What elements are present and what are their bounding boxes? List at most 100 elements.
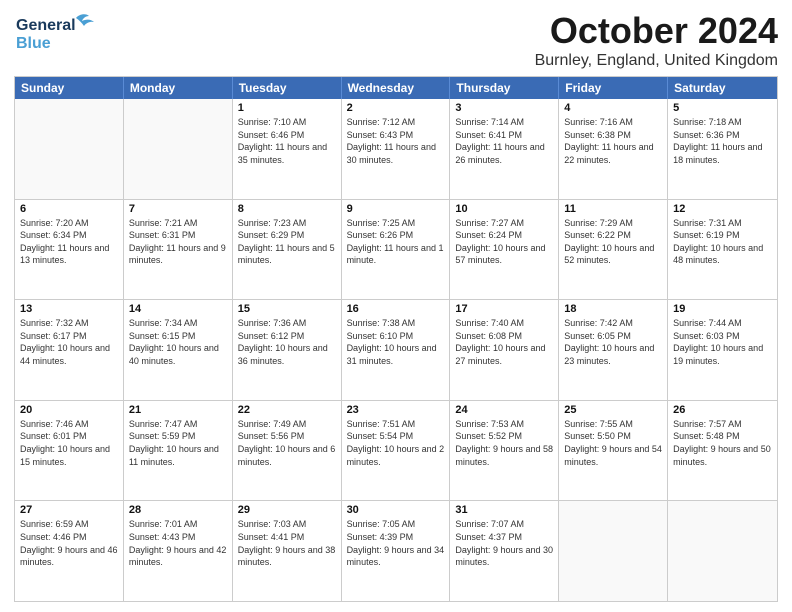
cal-cell-2-4: 17 Sunrise: 7:40 AM Sunset: 6:08 PM Dayli… [450, 300, 559, 400]
cal-cell-4-0: 27 Sunrise: 6:59 AM Sunset: 4:46 PM Dayli… [15, 501, 124, 601]
day-number: 20 [20, 404, 118, 416]
cell-info: Sunrise: 7:21 AM Sunset: 6:31 PM Dayligh… [129, 217, 227, 267]
cell-info: Sunrise: 7:31 AM Sunset: 6:19 PM Dayligh… [673, 217, 772, 267]
header-thursday: Thursday [450, 77, 559, 99]
cell-info: Sunrise: 7:55 AM Sunset: 5:50 PM Dayligh… [564, 418, 662, 468]
day-number: 17 [455, 303, 553, 315]
day-number: 15 [238, 303, 336, 315]
day-number: 19 [673, 303, 772, 315]
day-number: 18 [564, 303, 662, 315]
cal-cell-1-5: 11Sunrise: 7:29 AM Sunset: 6:22 PM Dayli… [559, 200, 668, 300]
day-number: 28 [129, 504, 227, 516]
cal-cell-3-2: 22Sunrise: 7:49 AM Sunset: 5:56 PM Dayli… [233, 401, 342, 501]
cell-info: Sunrise: 7:12 AM Sunset: 6:43 PM Dayligh… [347, 116, 445, 166]
cal-cell-4-1: 28 Sunrise: 7:01 AM Sunset: 4:43 PM Dayli… [124, 501, 233, 601]
cal-cell-1-1: 7 Sunrise: 7:21 AM Sunset: 6:31 PM Daylig… [124, 200, 233, 300]
cal-cell-0-5: 4 Sunrise: 7:16 AM Sunset: 6:38 PM Daylig… [559, 99, 668, 199]
cell-info: Sunrise: 7:25 AM Sunset: 6:26 PM Dayligh… [347, 217, 445, 267]
day-number: 25 [564, 404, 662, 416]
calendar-body: 1 Sunrise: 7:10 AM Sunset: 6:46 PM Daylig… [15, 99, 777, 601]
day-number: 21 [129, 404, 227, 416]
day-number: 1 [238, 102, 336, 114]
cell-info: Sunrise: 7:51 AM Sunset: 5:54 PM Dayligh… [347, 418, 445, 468]
cell-info: Sunrise: 7:42 AM Sunset: 6:05 PM Dayligh… [564, 317, 662, 367]
svg-text:General: General [16, 17, 76, 34]
cell-info: Sunrise: 7:47 AM Sunset: 5:59 PM Dayligh… [129, 418, 227, 468]
cell-info: Sunrise: 7:05 AM Sunset: 4:39 PM Dayligh… [347, 518, 445, 568]
cell-info: Sunrise: 7:32 AM Sunset: 6:17 PM Dayligh… [20, 317, 118, 367]
header-friday: Friday [559, 77, 668, 99]
cell-info: Sunrise: 7:57 AM Sunset: 5:48 PM Dayligh… [673, 418, 772, 468]
cal-cell-4-4: 31Sunrise: 7:07 AM Sunset: 4:37 PM Dayli… [450, 501, 559, 601]
header-wednesday: Wednesday [342, 77, 451, 99]
cal-cell-0-0 [15, 99, 124, 199]
day-number: 26 [673, 404, 772, 416]
logo: General Blue [14, 10, 104, 55]
cell-info: Sunrise: 7:10 AM Sunset: 6:46 PM Dayligh… [238, 116, 336, 166]
cell-info: Sunrise: 7:40 AM Sunset: 6:08 PM Dayligh… [455, 317, 553, 367]
header-sunday: Sunday [15, 77, 124, 99]
cell-info: Sunrise: 7:53 AM Sunset: 5:52 PM Dayligh… [455, 418, 553, 468]
main-title: October 2024 [535, 10, 778, 52]
page: General Blue October 2024 Burnley, Engla… [0, 0, 792, 612]
day-number: 27 [20, 504, 118, 516]
cal-cell-3-5: 25 Sunrise: 7:55 AM Sunset: 5:50 PM Dayli… [559, 401, 668, 501]
cal-cell-2-1: 14 Sunrise: 7:34 AM Sunset: 6:15 PM Dayli… [124, 300, 233, 400]
cell-info: Sunrise: 7:29 AM Sunset: 6:22 PM Dayligh… [564, 217, 662, 267]
cal-row-4: 27 Sunrise: 6:59 AM Sunset: 4:46 PM Dayli… [15, 500, 777, 601]
day-number: 24 [455, 404, 553, 416]
cal-row-1: 6Sunrise: 7:20 AM Sunset: 6:34 PM Daylig… [15, 199, 777, 300]
day-number: 14 [129, 303, 227, 315]
cell-info: Sunrise: 6:59 AM Sunset: 4:46 PM Dayligh… [20, 518, 118, 568]
cal-cell-2-0: 13Sunrise: 7:32 AM Sunset: 6:17 PM Dayli… [15, 300, 124, 400]
cal-cell-2-3: 16Sunrise: 7:38 AM Sunset: 6:10 PM Dayli… [342, 300, 451, 400]
day-number: 12 [673, 203, 772, 215]
cal-cell-2-5: 18 Sunrise: 7:42 AM Sunset: 6:05 PM Dayli… [559, 300, 668, 400]
cell-info: Sunrise: 7:34 AM Sunset: 6:15 PM Dayligh… [129, 317, 227, 367]
calendar-header: Sunday Monday Tuesday Wednesday Thursday… [15, 77, 777, 99]
cal-cell-4-2: 29Sunrise: 7:03 AM Sunset: 4:41 PM Dayli… [233, 501, 342, 601]
cell-info: Sunrise: 7:16 AM Sunset: 6:38 PM Dayligh… [564, 116, 662, 166]
day-number: 23 [347, 404, 445, 416]
header-saturday: Saturday [668, 77, 777, 99]
cell-info: Sunrise: 7:49 AM Sunset: 5:56 PM Dayligh… [238, 418, 336, 468]
cal-cell-4-6 [668, 501, 777, 601]
day-number: 7 [129, 203, 227, 215]
svg-text:Blue: Blue [16, 35, 51, 52]
cal-cell-2-6: 19 Sunrise: 7:44 AM Sunset: 6:03 PM Dayli… [668, 300, 777, 400]
day-number: 5 [673, 102, 772, 114]
day-number: 4 [564, 102, 662, 114]
cal-cell-1-2: 8Sunrise: 7:23 AM Sunset: 6:29 PM Daylig… [233, 200, 342, 300]
day-number: 2 [347, 102, 445, 114]
cal-cell-1-3: 9 Sunrise: 7:25 AM Sunset: 6:26 PM Daylig… [342, 200, 451, 300]
cal-cell-2-2: 15Sunrise: 7:36 AM Sunset: 6:12 PM Dayli… [233, 300, 342, 400]
cal-cell-0-3: 2 Sunrise: 7:12 AM Sunset: 6:43 PM Daylig… [342, 99, 451, 199]
cell-info: Sunrise: 7:27 AM Sunset: 6:24 PM Dayligh… [455, 217, 553, 267]
cal-cell-0-6: 5 Sunrise: 7:18 AM Sunset: 6:36 PM Daylig… [668, 99, 777, 199]
title-block: October 2024 Burnley, England, United Ki… [535, 10, 778, 70]
cal-cell-0-2: 1 Sunrise: 7:10 AM Sunset: 6:46 PM Daylig… [233, 99, 342, 199]
cal-cell-3-0: 20 Sunrise: 7:46 AM Sunset: 6:01 PM Dayli… [15, 401, 124, 501]
cell-info: Sunrise: 7:44 AM Sunset: 6:03 PM Dayligh… [673, 317, 772, 367]
cell-info: Sunrise: 7:20 AM Sunset: 6:34 PM Dayligh… [20, 217, 118, 267]
cal-cell-0-4: 3 Sunrise: 7:14 AM Sunset: 6:41 PM Daylig… [450, 99, 559, 199]
cell-info: Sunrise: 7:18 AM Sunset: 6:36 PM Dayligh… [673, 116, 772, 166]
cell-info: Sunrise: 7:01 AM Sunset: 4:43 PM Dayligh… [129, 518, 227, 568]
cal-cell-4-5 [559, 501, 668, 601]
day-number: 30 [347, 504, 445, 516]
cell-info: Sunrise: 7:14 AM Sunset: 6:41 PM Dayligh… [455, 116, 553, 166]
header-monday: Monday [124, 77, 233, 99]
day-number: 9 [347, 203, 445, 215]
cal-row-2: 13Sunrise: 7:32 AM Sunset: 6:17 PM Dayli… [15, 299, 777, 400]
calendar: Sunday Monday Tuesday Wednesday Thursday… [14, 76, 778, 602]
cell-info: Sunrise: 7:07 AM Sunset: 4:37 PM Dayligh… [455, 518, 553, 568]
cal-row-3: 20 Sunrise: 7:46 AM Sunset: 6:01 PM Dayli… [15, 400, 777, 501]
header-tuesday: Tuesday [233, 77, 342, 99]
cell-info: Sunrise: 7:23 AM Sunset: 6:29 PM Dayligh… [238, 217, 336, 267]
day-number: 3 [455, 102, 553, 114]
cal-cell-3-4: 24 Sunrise: 7:53 AM Sunset: 5:52 PM Dayli… [450, 401, 559, 501]
cal-row-0: 1 Sunrise: 7:10 AM Sunset: 6:46 PM Daylig… [15, 99, 777, 199]
cal-cell-3-6: 26 Sunrise: 7:57 AM Sunset: 5:48 PM Dayli… [668, 401, 777, 501]
cell-info: Sunrise: 7:38 AM Sunset: 6:10 PM Dayligh… [347, 317, 445, 367]
cell-info: Sunrise: 7:46 AM Sunset: 6:01 PM Dayligh… [20, 418, 118, 468]
